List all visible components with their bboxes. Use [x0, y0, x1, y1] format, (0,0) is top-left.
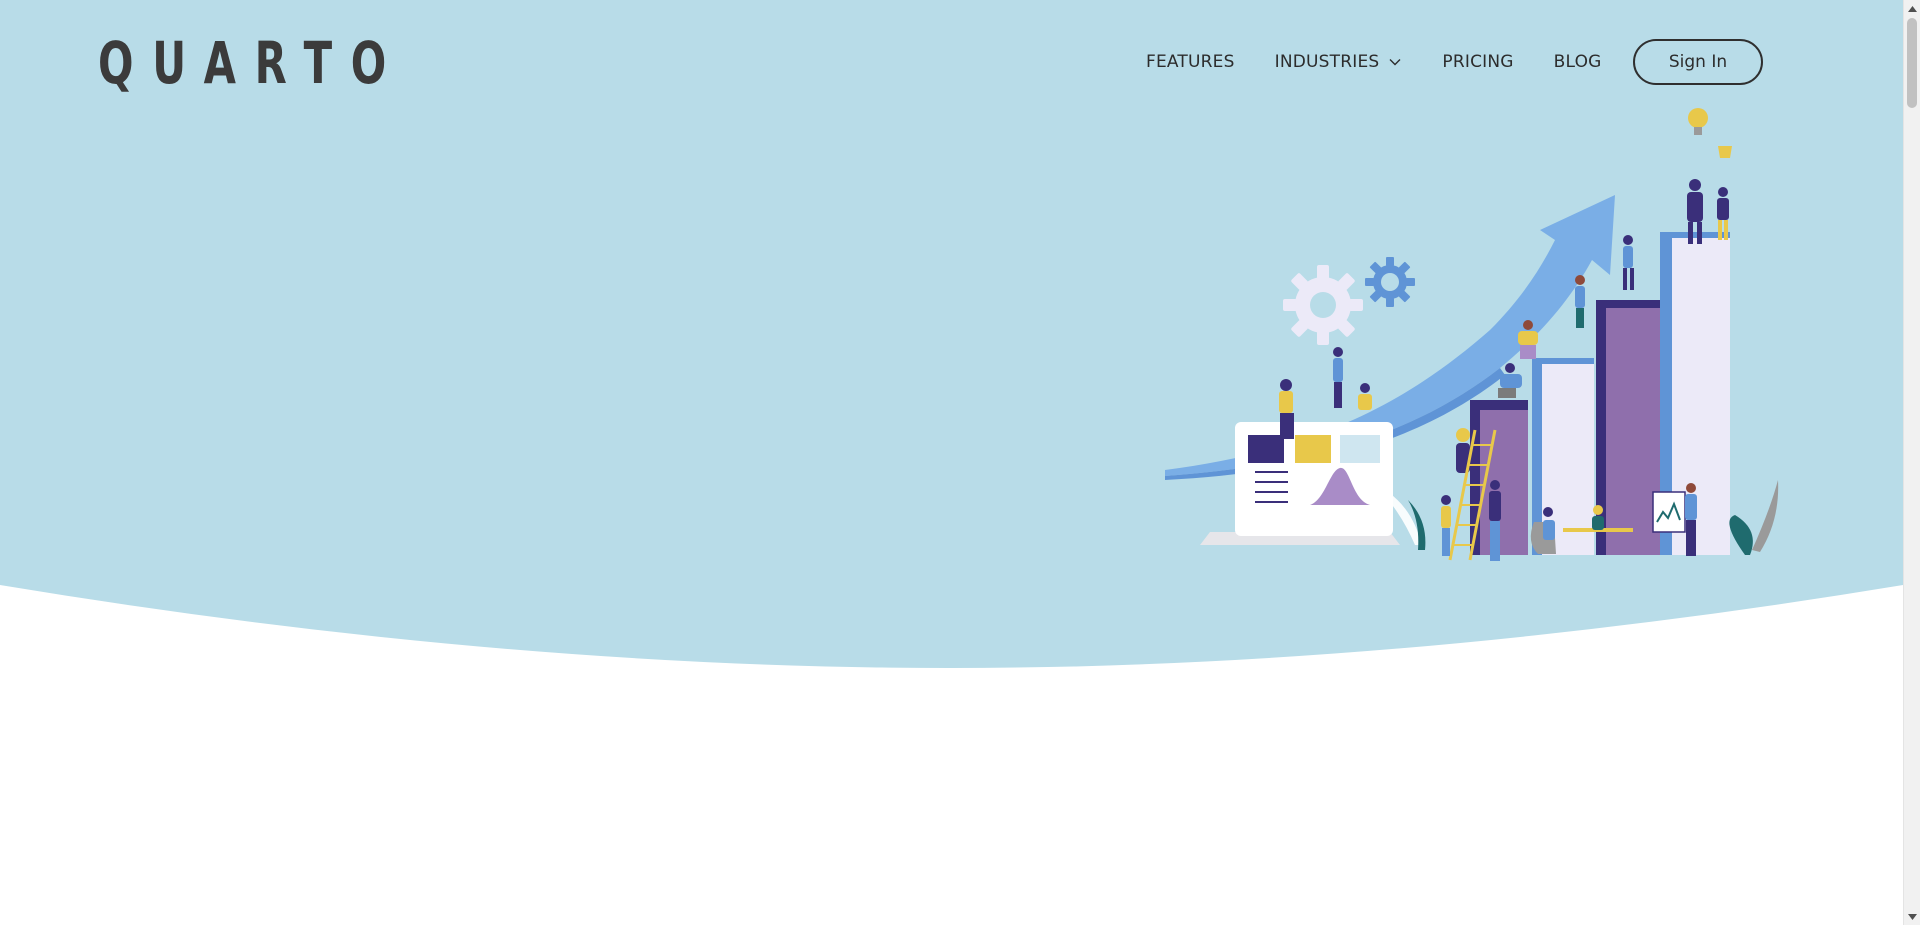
nav-pricing-label: PRICING — [1442, 52, 1514, 72]
lightbulb-icon — [1688, 108, 1708, 135]
main-nav: FEATURES INDUSTRIES PRICING BLOG — [1146, 40, 1642, 84]
chevron-down-icon — [1389, 59, 1401, 66]
page-viewport: QUARTO FEATURES INDUSTRIES PRICING BLOG … — [0, 0, 1903, 925]
sign-in-label: Sign In — [1668, 52, 1728, 72]
scrollbar-thumb[interactable] — [1907, 18, 1917, 108]
triangle-up-icon[interactable] — [1904, 0, 1920, 17]
nav-industries-dropdown[interactable]: INDUSTRIES — [1275, 52, 1403, 72]
growth-teamwork-illustration — [1165, 108, 1779, 561]
quarto-logo[interactable]: QUARTO — [98, 32, 405, 94]
nav-features-label: FEATURES — [1146, 52, 1235, 72]
gear-icon — [1283, 265, 1363, 345]
sign-in-button[interactable]: Sign In — [1633, 39, 1763, 85]
triangle-down-icon[interactable] — [1904, 908, 1920, 925]
nav-pricing-link[interactable]: PRICING — [1442, 52, 1513, 72]
nav-industries-label: INDUSTRIES — [1274, 52, 1380, 72]
nav-blog-link[interactable]: BLOG — [1554, 52, 1602, 72]
trophy-icon — [1718, 146, 1732, 158]
nav-features-link[interactable]: FEATURES — [1146, 52, 1235, 72]
page-scrollbar[interactable] — [1903, 0, 1920, 925]
nav-blog-label: BLOG — [1553, 52, 1602, 72]
gear-icon — [1365, 257, 1415, 307]
laptop-illustration — [1200, 422, 1400, 545]
